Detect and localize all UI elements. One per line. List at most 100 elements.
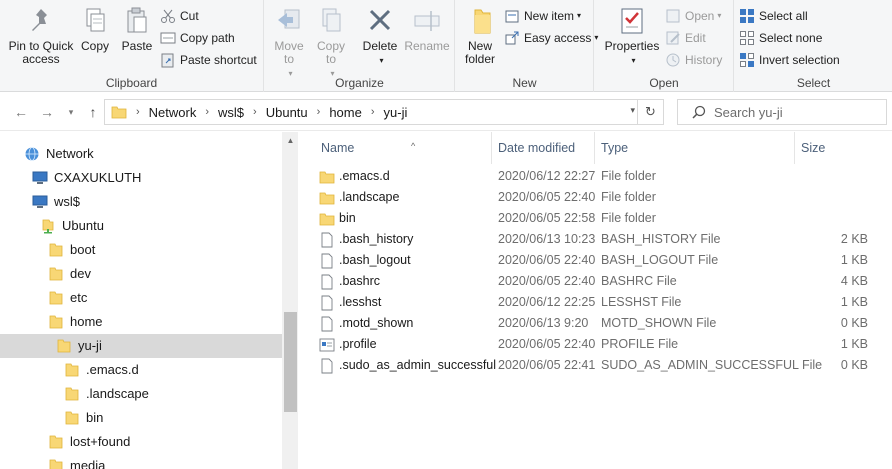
file-row[interactable]: .lesshst 2020/06/12 22:25 LESSHST File 1… (319, 292, 872, 313)
new-group: New folder New item ▾ Easy access ▾ New (456, 0, 598, 92)
tree-item-network[interactable]: Network (24, 142, 94, 166)
invert-selection-button[interactable]: Invert selection (739, 50, 840, 70)
forward-button[interactable]: → (38, 103, 56, 121)
select-none-icon (740, 31, 754, 45)
move-to-label: Move to (274, 39, 304, 66)
breadcrumb-network[interactable]: Network (149, 105, 197, 120)
file-row[interactable]: .profile 2020/06/05 22:40 PROFILE File 1… (319, 334, 872, 355)
new-folder-button[interactable]: New folder (458, 6, 502, 66)
file-row[interactable]: bin 2020/06/05 22:58 File folder (319, 208, 872, 229)
select-all-button[interactable]: Select all (739, 6, 808, 26)
file-icon (321, 316, 333, 331)
file-date: 2020/06/05 22:40 (498, 337, 596, 351)
tree-item-landscape[interactable]: .landscape (64, 382, 149, 406)
scroll-up-button[interactable]: ▲ (282, 132, 298, 149)
history-button[interactable]: History (665, 50, 722, 70)
recent-locations-button[interactable]: ▾ (62, 103, 80, 121)
open-button[interactable]: Open ▾ (665, 6, 721, 26)
file-type: LESSHST File (601, 295, 682, 309)
tree-item-ubuntu[interactable]: Ubuntu (40, 214, 104, 238)
refresh-button[interactable]: ↻ (637, 100, 663, 124)
tree-item-cxaxukluth[interactable]: CXAXUKLUTH (32, 166, 141, 190)
tree-item-home[interactable]: home (48, 310, 103, 334)
breadcrumb-wsl[interactable]: wsl$ (218, 105, 244, 120)
file-size: 4 KB (840, 274, 868, 288)
file-date: 2020/06/13 10:23 (498, 232, 596, 246)
chevron-down-icon: ▾ (379, 56, 384, 65)
folder-icon (49, 243, 63, 257)
back-button[interactable]: ← (12, 103, 30, 121)
breadcrumb-yu-ji[interactable]: yu-ji (384, 105, 408, 120)
copy-to-button[interactable]: Copy to ▾ (311, 6, 351, 80)
copy-path-button[interactable]: Copy path (160, 28, 235, 48)
tree-item-label: media (70, 458, 106, 469)
new-item-button[interactable]: New item ▾ (504, 6, 581, 26)
copy-button[interactable]: Copy (76, 6, 114, 53)
easy-access-button[interactable]: Easy access ▾ (504, 28, 598, 48)
properties-icon (621, 8, 643, 34)
column-header-name-label: Name (321, 141, 355, 155)
column-header-type[interactable]: Type (595, 132, 795, 164)
pin-to-quick-access-button[interactable]: Pin to Quick access (4, 6, 78, 66)
file-row[interactable]: .bash_history 2020/06/13 10:23 BASH_HIST… (319, 229, 872, 250)
tree-item-boot[interactable]: boot (48, 238, 95, 262)
tree-item-label: .landscape (86, 386, 149, 401)
properties-button[interactable]: Properties ▾ (603, 6, 661, 67)
file-name-cell: .profile (319, 334, 377, 355)
folder-icon (319, 213, 335, 225)
sort-ascending-icon: ^ (411, 141, 416, 151)
folder-icon (49, 267, 63, 281)
breadcrumb-ubuntu[interactable]: Ubuntu (266, 105, 308, 120)
tree-item-emacs-d[interactable]: .emacs.d (64, 358, 139, 382)
tree-item-label: etc (70, 290, 88, 305)
history-label: History (685, 53, 723, 67)
breadcrumb: Network › wsl$ › Ubuntu › home › yu-ji (149, 105, 408, 120)
edit-button[interactable]: Edit (665, 28, 706, 48)
select-group-label: Select (796, 76, 831, 90)
rename-button[interactable]: Rename (403, 6, 451, 53)
file-name-cell: .emacs.d (319, 166, 390, 187)
move-to-button[interactable]: Move to ▾ (269, 6, 309, 80)
address-bar[interactable]: › Network › wsl$ › Ubuntu › home › yu-ji… (104, 99, 664, 125)
scrollbar-thumb[interactable] (284, 312, 297, 412)
paste-shortcut-button[interactable]: Paste shortcut (160, 50, 257, 70)
tree-item-yu-ji[interactable]: yu-ji (0, 334, 282, 358)
search-input[interactable]: Search yu-ji (714, 105, 783, 120)
delete-button[interactable]: Delete ▾ (359, 6, 401, 67)
tree-item-etc[interactable]: etc (48, 286, 87, 310)
copy-icon (86, 8, 105, 32)
new-folder-label: New folder (464, 39, 496, 66)
select-none-button[interactable]: Select none (739, 28, 822, 48)
up-button[interactable]: ↑ (84, 103, 102, 121)
breadcrumb-home[interactable]: home (329, 105, 362, 120)
tree-item-bin[interactable]: bin (64, 406, 103, 430)
file-row[interactable]: .landscape 2020/06/05 22:40 File folder (319, 187, 872, 208)
tree-item-wsl[interactable]: wsl$ (32, 190, 80, 214)
breadcrumb-separator: › (316, 106, 321, 118)
file-icon (321, 253, 333, 268)
tree-item-lost-found[interactable]: lost+found (48, 430, 130, 454)
search-box[interactable]: Search yu-ji (677, 99, 887, 125)
column-header-date[interactable]: Date modified (492, 132, 595, 164)
column-header-size[interactable]: Size (795, 132, 875, 164)
file-row[interactable]: .bash_logout 2020/06/05 22:40 BASH_LOGOU… (319, 250, 872, 271)
file-row[interactable]: .motd_shown 2020/06/13 9:20 MOTD_SHOWN F… (319, 313, 872, 334)
navigation-bar: ← → ▾ ↑ › Network › wsl$ › Ubuntu › home… (0, 93, 892, 131)
chevron-down-icon: ▾ (68, 107, 74, 117)
file-row[interactable]: .emacs.d 2020/06/12 22:27 File folder (319, 166, 872, 187)
column-header-name[interactable]: ^ Name (315, 132, 492, 164)
folder-icon (319, 171, 335, 183)
file-row[interactable]: .bashrc 2020/06/05 22:40 BASHRC File 4 K… (319, 271, 872, 292)
chevron-up-icon: ▲ (286, 136, 295, 145)
folder-icon (65, 363, 79, 377)
folder-icon (49, 291, 63, 305)
copy-to-label: Copy to (316, 39, 345, 66)
navigation-pane-scrollbar[interactable]: ▲ (282, 132, 298, 469)
tree-item-dev[interactable]: dev (48, 262, 91, 286)
address-dropdown-button[interactable]: ▾ (630, 105, 635, 116)
cut-button[interactable]: Cut (160, 6, 199, 26)
paste-button[interactable]: Paste (116, 6, 158, 53)
file-icon (321, 232, 333, 247)
tree-item-media[interactable]: media (48, 454, 105, 469)
file-row[interactable]: .sudo_as_admin_successful 2020/06/05 22:… (319, 355, 872, 376)
